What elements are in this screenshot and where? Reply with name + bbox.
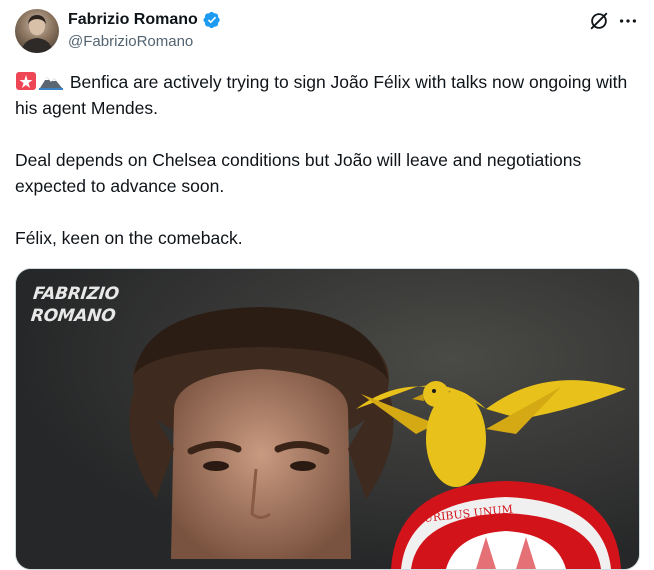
tweet-paragraph-1: Benfica are actively trying to sign João… [15, 69, 645, 121]
tweet-media-image[interactable]: URIBUS UNUM FABRIZIO ROMANO [15, 268, 640, 570]
avatar-image [21, 15, 53, 53]
media-watermark: FABRIZIO ROMANO [30, 283, 120, 327]
watermark-line-2: ROMANO [29, 306, 117, 326]
tweet-line-3: Félix, keen on the comeback. [15, 228, 243, 248]
watermark-line-1: FABRIZIO [32, 284, 120, 304]
display-name[interactable]: Fabrizio Romano [68, 11, 198, 29]
tweet-line-2: Deal depends on Chelsea conditions but J… [15, 150, 582, 196]
tweet-header: Fabrizio Romano @FabrizioRomano [0, 0, 654, 62]
tweet-paragraph-2: Deal depends on Chelsea conditions but J… [15, 147, 645, 199]
author-handle[interactable]: @FabrizioRomano [68, 33, 221, 50]
avatar[interactable] [15, 9, 59, 53]
verified-badge-icon [203, 11, 220, 29]
author-names: Fabrizio Romano @FabrizioRomano [68, 10, 221, 50]
rotating-light-icon [16, 72, 36, 90]
tweet-paragraph-3: Félix, keen on the comeback. [15, 225, 645, 251]
tweet-text: Benfica are actively trying to sign João… [15, 69, 645, 277]
display-name-row: Fabrizio Romano [68, 10, 221, 30]
more-options-icon[interactable] [617, 10, 639, 32]
eagle-icon [39, 77, 63, 90]
grok-icon[interactable] [588, 10, 610, 32]
tweet-line-1: Benfica are actively trying to sign João… [15, 72, 628, 118]
